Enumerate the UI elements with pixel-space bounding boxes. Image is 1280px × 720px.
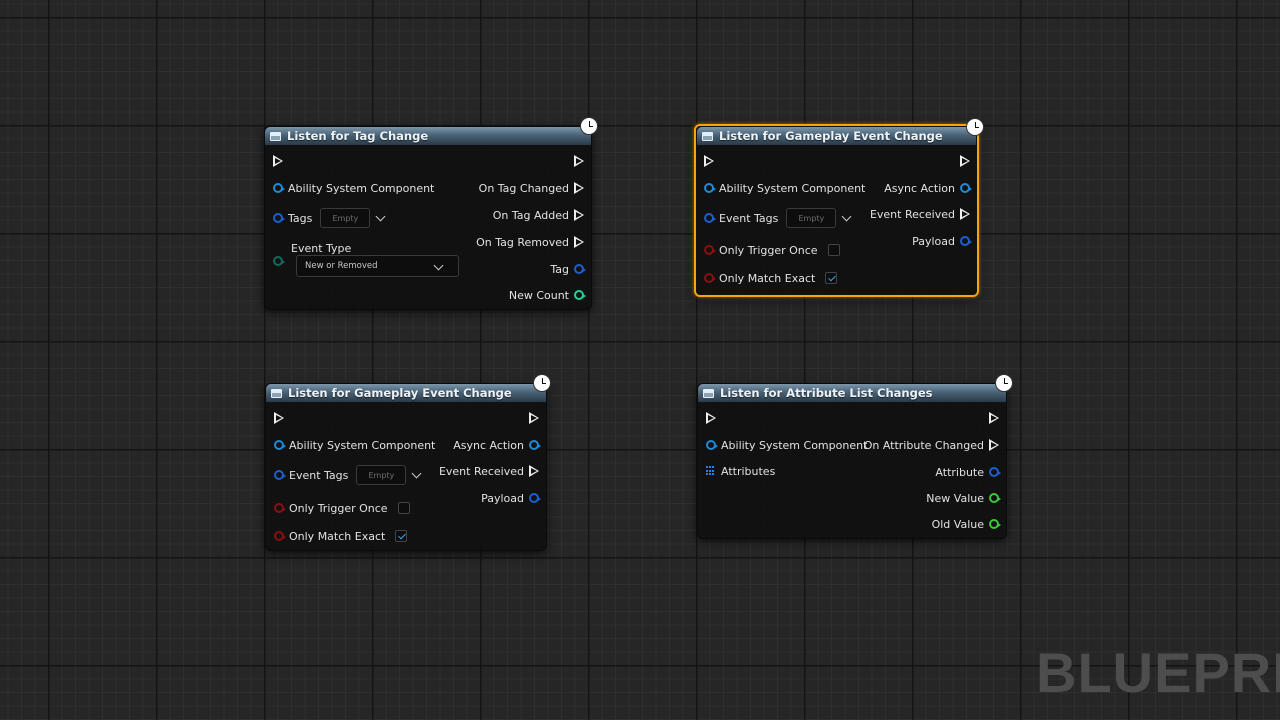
on-tag-added-label: On Tag Added xyxy=(492,208,569,222)
async-action-pin[interactable] xyxy=(960,183,972,193)
exec-in-pin[interactable] xyxy=(273,155,283,167)
asc-label: Ability System Component xyxy=(289,438,436,452)
chevron-down-icon xyxy=(433,260,444,271)
asc-label: Ability System Component xyxy=(721,438,868,452)
payload-pin[interactable] xyxy=(960,236,972,246)
node-title: Listen for Gameplay Event Change xyxy=(288,386,512,400)
chevron-down-icon[interactable] xyxy=(375,211,386,221)
only-match-exact-pin[interactable] xyxy=(274,531,286,541)
payload-label: Payload xyxy=(481,491,524,505)
event-tags-pin[interactable] xyxy=(274,470,286,480)
tags-value-box[interactable]: Empty xyxy=(320,208,371,228)
event-type-dropdown[interactable]: New or Removed xyxy=(296,255,459,277)
only-match-exact-label: Only Match Exact xyxy=(719,271,816,285)
event-tags-value-box[interactable]: Empty xyxy=(786,208,837,228)
node-title: Listen for Tag Change xyxy=(287,129,429,143)
function-icon xyxy=(270,131,281,141)
node-header[interactable]: Listen for Gameplay Event Change xyxy=(266,384,546,402)
only-match-exact-label: Only Match Exact xyxy=(289,529,386,543)
node-listen-for-gameplay-event-change-selected[interactable]: Listen for Gameplay Event Change Ability… xyxy=(694,118,984,297)
payload-label: Payload xyxy=(912,234,955,248)
exec-in-pin[interactable] xyxy=(704,155,714,167)
exec-out-pin[interactable] xyxy=(574,155,584,167)
event-type-pin[interactable] xyxy=(273,256,285,266)
tags-pin[interactable] xyxy=(273,213,285,223)
async-action-label: Async Action xyxy=(884,181,955,195)
on-tag-added-pin[interactable] xyxy=(574,209,584,221)
event-type-label: Event Type xyxy=(291,241,352,255)
only-match-exact-checkbox[interactable] xyxy=(825,272,838,284)
attributes-label: Attributes xyxy=(721,464,776,478)
attribute-out-label: Attribute xyxy=(935,465,984,479)
event-received-pin[interactable] xyxy=(960,208,970,220)
only-trigger-once-label: Only Trigger Once xyxy=(289,501,388,515)
asc-label: Ability System Component xyxy=(719,181,866,195)
node-title: Listen for Gameplay Event Change xyxy=(719,129,943,143)
new-value-pin[interactable] xyxy=(989,493,1001,503)
async-action-label: Async Action xyxy=(453,438,524,452)
event-type-value: New or Removed xyxy=(305,261,378,271)
event-tags-label: Event Tags xyxy=(289,468,349,482)
latent-clock-icon xyxy=(533,374,551,392)
only-match-exact-pin[interactable] xyxy=(704,273,716,283)
payload-pin[interactable] xyxy=(529,493,541,503)
only-trigger-once-checkbox[interactable] xyxy=(827,244,840,256)
only-trigger-once-pin[interactable] xyxy=(704,245,716,255)
event-tags-pin[interactable] xyxy=(704,213,716,223)
tag-out-label: Tag xyxy=(550,262,569,276)
exec-in-pin[interactable] xyxy=(706,412,716,424)
node-listen-for-gameplay-event-change[interactable]: Listen for Gameplay Event Change Ability… xyxy=(265,374,551,551)
event-received-pin[interactable] xyxy=(529,465,539,477)
only-trigger-once-label: Only Trigger Once xyxy=(719,243,818,257)
asc-pin[interactable] xyxy=(274,440,286,450)
exec-out-pin[interactable] xyxy=(960,155,970,167)
function-icon xyxy=(703,388,714,398)
node-header[interactable]: Listen for Gameplay Event Change xyxy=(697,127,976,145)
attributes-array-pin[interactable] xyxy=(706,466,716,476)
asc-label: Ability System Component xyxy=(288,181,435,195)
new-count-pin[interactable] xyxy=(574,290,586,300)
exec-in-pin[interactable] xyxy=(274,412,284,424)
exec-out-pin[interactable] xyxy=(989,412,999,424)
latent-clock-icon xyxy=(966,118,984,136)
only-trigger-once-pin[interactable] xyxy=(274,503,286,513)
exec-out-pin[interactable] xyxy=(529,412,539,424)
event-received-label: Event Received xyxy=(438,464,524,478)
on-tag-changed-label: On Tag Changed xyxy=(478,181,569,195)
asc-pin[interactable] xyxy=(706,440,718,450)
new-value-label: New Value xyxy=(926,491,984,505)
attribute-out-pin[interactable] xyxy=(989,467,1001,477)
node-title: Listen for Attribute List Changes xyxy=(720,386,933,400)
tags-label: Tags xyxy=(288,211,313,225)
on-tag-changed-pin[interactable] xyxy=(574,182,584,194)
event-tags-value-box[interactable]: Empty xyxy=(356,465,407,485)
on-attribute-changed-label: On Attribute Changed xyxy=(863,438,984,452)
latent-clock-icon xyxy=(995,374,1013,392)
latent-clock-icon xyxy=(580,117,598,135)
function-icon xyxy=(702,131,713,141)
asc-pin[interactable] xyxy=(704,183,716,193)
only-match-exact-checkbox[interactable] xyxy=(395,530,408,542)
on-attribute-changed-pin[interactable] xyxy=(989,439,999,451)
asc-pin[interactable] xyxy=(273,183,285,193)
old-value-pin[interactable] xyxy=(989,519,1001,529)
chevron-down-icon[interactable] xyxy=(411,468,422,478)
node-listen-for-tag-change[interactable]: Listen for Tag Change Ability System Com… xyxy=(264,117,598,310)
function-icon xyxy=(271,388,282,398)
node-listen-for-attribute-list-changes[interactable]: Listen for Attribute List Changes Abilit… xyxy=(697,374,1013,539)
chevron-down-icon[interactable] xyxy=(841,211,852,221)
only-trigger-once-checkbox[interactable] xyxy=(397,502,410,514)
on-tag-removed-label: On Tag Removed xyxy=(476,235,569,249)
blueprint-watermark: BLUEPRIN xyxy=(1036,641,1280,704)
async-action-pin[interactable] xyxy=(529,440,541,450)
on-tag-removed-pin[interactable] xyxy=(574,236,584,248)
new-count-label: New Count xyxy=(508,288,569,302)
node-header[interactable]: Listen for Tag Change xyxy=(265,127,591,145)
tag-out-pin[interactable] xyxy=(574,264,586,274)
event-tags-label: Event Tags xyxy=(719,211,779,225)
old-value-label: Old Value xyxy=(931,517,984,531)
event-received-label: Event Received xyxy=(869,207,955,221)
node-header[interactable]: Listen for Attribute List Changes xyxy=(698,384,1006,402)
